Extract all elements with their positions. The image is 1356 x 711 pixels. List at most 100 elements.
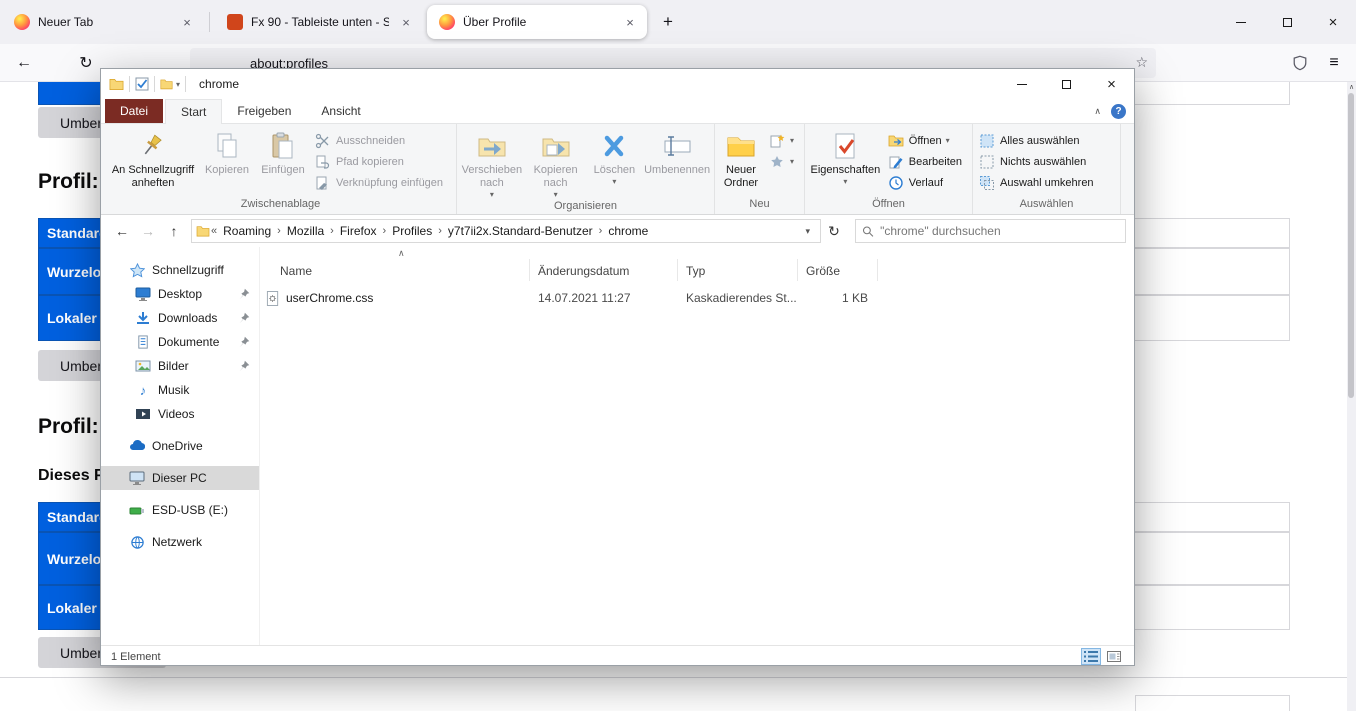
nav-item-documents[interactable]: Dokumente [101,330,259,354]
onedrive-icon [129,438,145,454]
minimize-button[interactable] [1218,0,1264,44]
paste-shortcut-button[interactable]: Verknüpfung einfügen [311,172,451,193]
nav-item-desktop[interactable]: Desktop [101,282,259,306]
breadcrumb-item[interactable]: chrome [603,224,653,238]
search-box[interactable] [855,219,1126,243]
nav-item-this-pc[interactable]: Dieser PC [101,466,259,490]
scrollbar-thumb[interactable] [1348,93,1354,398]
refresh-button[interactable]: ↻ [821,219,847,243]
nav-item-downloads[interactable]: Downloads [101,306,259,330]
paste-button[interactable]: Einfügen [255,127,311,197]
pin-to-quick-access-button[interactable]: An Schnellzugriff anheften [107,127,199,197]
cut-button[interactable]: Ausschneiden [311,130,451,151]
chevron-down-icon: ▾ [554,190,558,199]
properties-button[interactable]: Eigenschaften ▾ [807,127,884,197]
copy-path-button[interactable]: Pfad kopieren [311,151,451,172]
bookmark-star-icon[interactable]: ☆ [1135,54,1148,71]
details-view-button[interactable] [1081,648,1101,665]
breadcrumb-item[interactable]: Mozilla [282,224,329,238]
close-window-button[interactable]: × [1089,69,1134,99]
breadcrumb-item[interactable]: y7t7ii2x.Standard-Benutzer [443,224,598,238]
nav-item-usb-drive[interactable]: ESD-USB (E:) [101,498,259,522]
nav-item-network[interactable]: Netzwerk [101,530,259,554]
move-to-icon [476,130,508,162]
copy-path-icon [315,154,331,170]
column-header-size[interactable]: Größe [798,259,878,281]
help-icon[interactable]: ? [1111,104,1126,119]
close-icon[interactable]: × [621,13,639,31]
rename-button[interactable]: Umbenennen [642,127,712,199]
privacy-shield-button[interactable] [1284,47,1316,79]
easy-access-button[interactable]: ▾ [765,151,802,172]
history-button[interactable]: Verlauf [884,172,970,193]
large-icons-view-button[interactable] [1104,648,1124,665]
nav-up-button[interactable]: ↑ [161,219,187,243]
button-label: Umbenennen [644,164,710,177]
column-header-modified[interactable]: Änderungsdatum [530,259,678,281]
nav-item-onedrive[interactable]: OneDrive [101,434,259,458]
nav-item-quick-access[interactable]: Schnellzugriff [101,258,259,282]
breadcrumb-item[interactable]: Firefox [335,224,382,238]
column-header-name[interactable]: Name [260,259,530,281]
chevrons-left-icon[interactable]: « [210,225,218,237]
maximize-button[interactable] [1044,69,1089,99]
select-all-button[interactable]: Alles auswählen [975,130,1102,151]
new-tab-button[interactable]: + [653,7,683,37]
copy-to-button[interactable]: Kopieren nach ▾ [525,127,587,199]
nav-item-music[interactable]: ♪ Musik [101,378,259,402]
nav-back-button[interactable]: ← [109,219,135,243]
nav-item-videos[interactable]: Videos [101,402,259,426]
breadcrumb-item[interactable]: Profiles [387,224,437,238]
column-header-type[interactable]: Typ [678,259,798,281]
reload-button[interactable]: ↻ [70,47,102,79]
tab-ansicht[interactable]: Ansicht [306,99,375,123]
tab-title: Fx 90 - Tableiste unten - Seite 1 [251,15,389,29]
tab-neuer-tab[interactable]: Neuer Tab × [2,5,204,39]
page-scrollbar[interactable]: ∧ [1347,82,1356,711]
delete-button[interactable]: Löschen ▾ [586,127,642,199]
chevron-down-icon[interactable]: ▾ [176,80,180,89]
breadcrumb-bar[interactable]: « Roaming › Mozilla › Firefox › Profiles… [191,219,821,243]
nav-forward-button[interactable]: → [135,219,161,243]
pin-icon [237,335,251,349]
new-folder-button[interactable]: Neuer Ordner [717,127,765,197]
edit-button[interactable]: Bearbeiten [884,151,970,172]
quick-access-check-icon[interactable] [135,77,149,91]
tab-title: Neuer Tab [38,15,170,29]
breadcrumb-item[interactable]: Roaming [218,224,276,238]
open-button[interactable]: Öffnen ▾ [884,130,970,151]
file-row[interactable]: userChrome.css 14.07.2021 11:27 Kaskadie… [260,287,1126,309]
nav-item-pictures[interactable]: Bilder [101,354,259,378]
select-none-button[interactable]: Nichts auswählen [975,151,1102,172]
chevron-down-icon[interactable]: ▾ [799,226,816,237]
collapse-ribbon-icon[interactable]: ∧ [1094,106,1101,117]
select-all-icon [979,133,995,149]
tab-start[interactable]: Start [165,99,222,124]
tab-ueber-profile[interactable]: Über Profile × [427,5,647,39]
tab-datei[interactable]: Datei [105,99,163,123]
large-icons-view-icon [1107,651,1121,662]
close-window-button[interactable]: × [1310,0,1356,44]
menu-button[interactable]: ≡ [1318,47,1350,79]
search-input[interactable] [880,224,1119,238]
new-item-button[interactable]: ▾ [765,130,802,151]
maximize-button[interactable] [1264,0,1310,44]
pushpin-icon [137,130,169,162]
button-label: Verlauf [909,177,943,189]
back-button[interactable]: ← [8,47,40,79]
invert-selection-button[interactable]: Auswahl umkehren [975,172,1102,193]
minimize-button[interactable] [999,69,1044,99]
button-label: Einfügen [261,164,304,177]
folder-icon[interactable] [160,78,173,90]
tab-fx90[interactable]: Fx 90 - Tableiste unten - Seite 1 × [215,5,423,39]
rename-icon [661,130,693,162]
close-icon[interactable]: × [397,13,415,31]
explorer-title-bar[interactable]: ▾ chrome × [101,69,1134,99]
tab-freigeben[interactable]: Freigeben [222,99,306,123]
move-to-button[interactable]: Verschieben nach ▾ [459,127,525,199]
copy-button[interactable]: Kopieren [199,127,255,197]
scroll-up-icon[interactable]: ∧ [1347,83,1356,91]
close-icon[interactable]: × [178,13,196,31]
pin-icon [237,359,251,373]
search-icon [862,225,874,238]
